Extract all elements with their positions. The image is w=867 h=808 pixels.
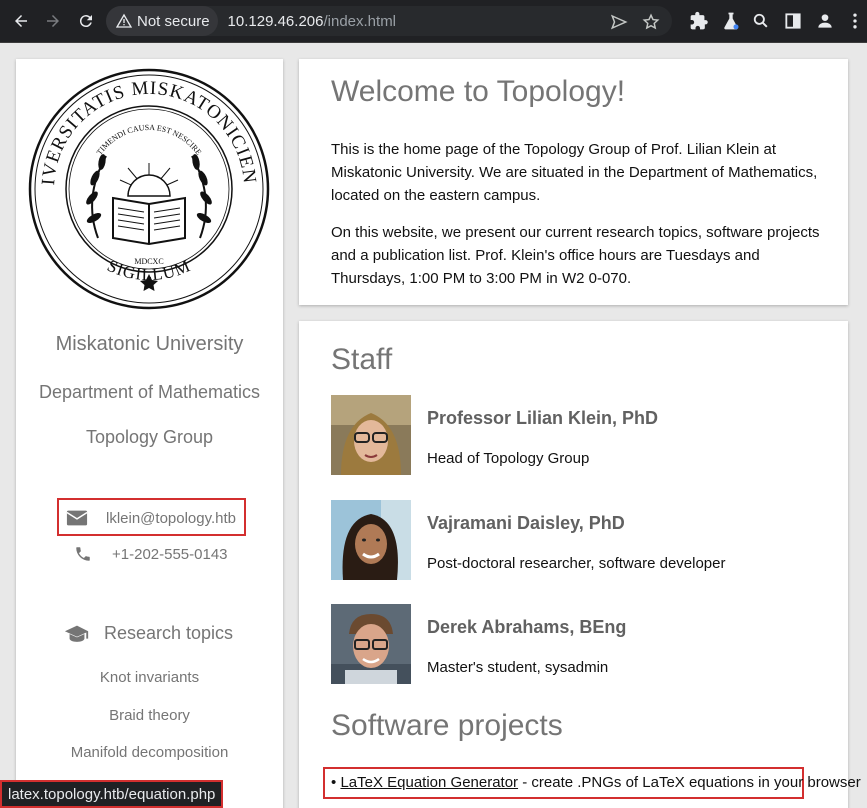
group-name: Topology Group [85, 427, 214, 447]
labs-flask-icon[interactable] [721, 11, 741, 31]
staff-title: Staff [331, 343, 393, 376]
sidebar: UNIVERSITATIS MISKATONICIENSIS SIGILLUM … [16, 59, 283, 808]
url-text: 10.129.46.206/index.html [228, 13, 396, 30]
send-icon[interactable] [610, 13, 628, 31]
link-status-bar: latex.topology.htb/equation.php [0, 780, 224, 808]
browser-toolbar: Not secure 10.129.46.206/index.html [0, 0, 867, 43]
menu-dots-icon[interactable] [845, 11, 865, 31]
project-item: • LaTeX Equation Generator - create .PNG… [331, 774, 861, 791]
svg-text:MDCXC: MDCXC [134, 257, 163, 266]
research-topics-heading: Research topics [64, 623, 233, 644]
topic-item: Braid theory [109, 707, 190, 724]
search-icon[interactable] [751, 11, 771, 31]
url-path: /index.html [323, 12, 397, 30]
software-projects-title: Software projects [331, 709, 563, 742]
staff-photo-daisley [331, 500, 411, 580]
staff-role: Post-doctoral researcher, software devel… [427, 555, 726, 572]
warning-icon [116, 13, 132, 28]
university-name: Miskatonic University [55, 333, 244, 355]
security-label: Not secure [137, 12, 210, 30]
staff-name: Professor Lilian Klein, PhD [427, 408, 659, 428]
topic-item: Manifold decomposition [70, 744, 229, 761]
staff-role: Head of Topology Group [427, 450, 590, 467]
email-contact[interactable]: lklein@topology.htb [66, 509, 236, 527]
staff-role: Master's student, sysadmin [427, 659, 609, 676]
graduation-cap-icon [64, 625, 89, 642]
bullet: • [331, 774, 337, 791]
staff-name: Vajramani Daisley, PhD [427, 513, 625, 533]
university-seal-logo: UNIVERSITATIS MISKATONICIENSIS SIGILLUM … [28, 68, 270, 310]
research-topics-label: Research topics [104, 623, 234, 643]
phone-text: +1-202-555-0143 [112, 545, 228, 563]
latex-generator-link[interactable]: LaTeX Equation Generator [340, 774, 518, 791]
extensions-icon[interactable] [689, 11, 709, 31]
back-icon[interactable] [8, 8, 34, 34]
reload-icon[interactable] [73, 8, 99, 34]
staff-photo-abrahams [331, 604, 411, 684]
staff-card: Staff Professor Lilian Klein, PhD Head o… [299, 321, 861, 808]
project-description: - create .PNGs of LaTeX equations in you… [518, 774, 861, 791]
welcome-card: Welcome to Topology! This is the home pa… [299, 59, 848, 305]
url-host: 10.129.46.206 [227, 12, 324, 30]
welcome-title: Welcome to Topology! [331, 75, 626, 108]
bookmark-star-icon[interactable] [642, 13, 660, 31]
email-text[interactable]: lklein@topology.htb [106, 510, 236, 527]
phone-icon [76, 547, 90, 561]
security-chip[interactable]: Not secure [106, 6, 218, 36]
side-panel-icon[interactable] [783, 11, 803, 31]
staff-name: Derek Abrahams, BEng [427, 617, 627, 637]
envelope-icon [66, 510, 88, 526]
department-name: Department of Mathematics [38, 382, 261, 402]
forward-icon[interactable] [40, 8, 66, 34]
profile-icon[interactable] [815, 11, 835, 31]
phone-contact: +1-202-555-0143 [74, 545, 228, 563]
welcome-paragraph-2: On this website, we present our current … [331, 224, 820, 287]
staff-photo-klein [331, 395, 411, 475]
welcome-paragraph-1: This is the home page of the Topology Gr… [331, 141, 818, 204]
topic-item: Knot invariants [99, 669, 200, 686]
address-bar[interactable]: Not secure 10.129.46.206/index.html [106, 6, 672, 36]
